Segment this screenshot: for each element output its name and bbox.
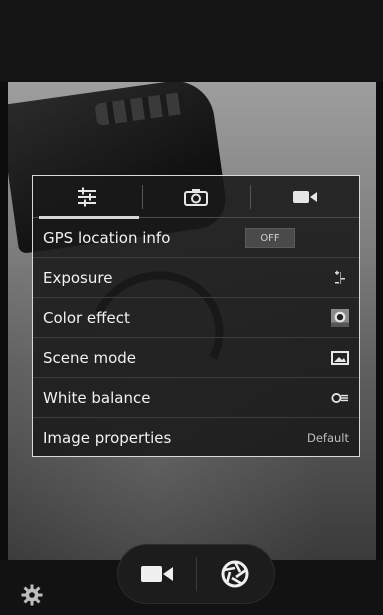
record-video-button[interactable]	[118, 545, 196, 603]
settings-menu-panel: GPS location info OFF Exposure Color eff…	[32, 175, 360, 457]
capture-buttons-group	[118, 545, 274, 603]
video-camera-icon	[141, 566, 173, 582]
setting-label: GPS location info	[43, 228, 171, 247]
status-bar-area	[0, 0, 383, 82]
tab-video-settings[interactable]	[250, 176, 359, 217]
settings-sliders-icon	[78, 187, 97, 206]
tab-general-settings[interactable]	[33, 176, 142, 219]
exposure-icon	[331, 269, 349, 287]
setting-exposure[interactable]: Exposure	[33, 258, 359, 298]
take-photo-button[interactable]	[196, 545, 274, 603]
setting-gps-location-info[interactable]: GPS location info OFF	[33, 218, 359, 258]
gps-toggle-switch[interactable]: OFF	[245, 228, 295, 248]
camera-icon	[184, 188, 208, 206]
setting-label: White balance	[43, 388, 151, 407]
shutter-icon	[221, 560, 249, 588]
setting-image-properties[interactable]: Image properties Default	[33, 418, 359, 457]
settings-tabs	[33, 176, 359, 219]
setting-label: Scene mode	[43, 348, 137, 367]
image-properties-value: Default	[306, 430, 349, 445]
color-effect-thumbnail-icon	[331, 308, 349, 327]
tab-camera-settings[interactable]	[141, 176, 251, 217]
setting-color-effect[interactable]: Color effect	[33, 298, 359, 338]
gear-icon	[21, 584, 43, 606]
setting-label: Color effect	[43, 308, 130, 327]
settings-button[interactable]	[20, 583, 44, 607]
setting-label: Image properties	[43, 428, 172, 447]
scene-mode-icon	[331, 349, 349, 367]
white-balance-auto-icon	[331, 389, 349, 407]
setting-label: Exposure	[43, 268, 113, 287]
setting-scene-mode[interactable]: Scene mode	[33, 338, 359, 378]
setting-white-balance[interactable]: White balance	[33, 378, 359, 418]
video-camera-icon	[292, 190, 317, 203]
